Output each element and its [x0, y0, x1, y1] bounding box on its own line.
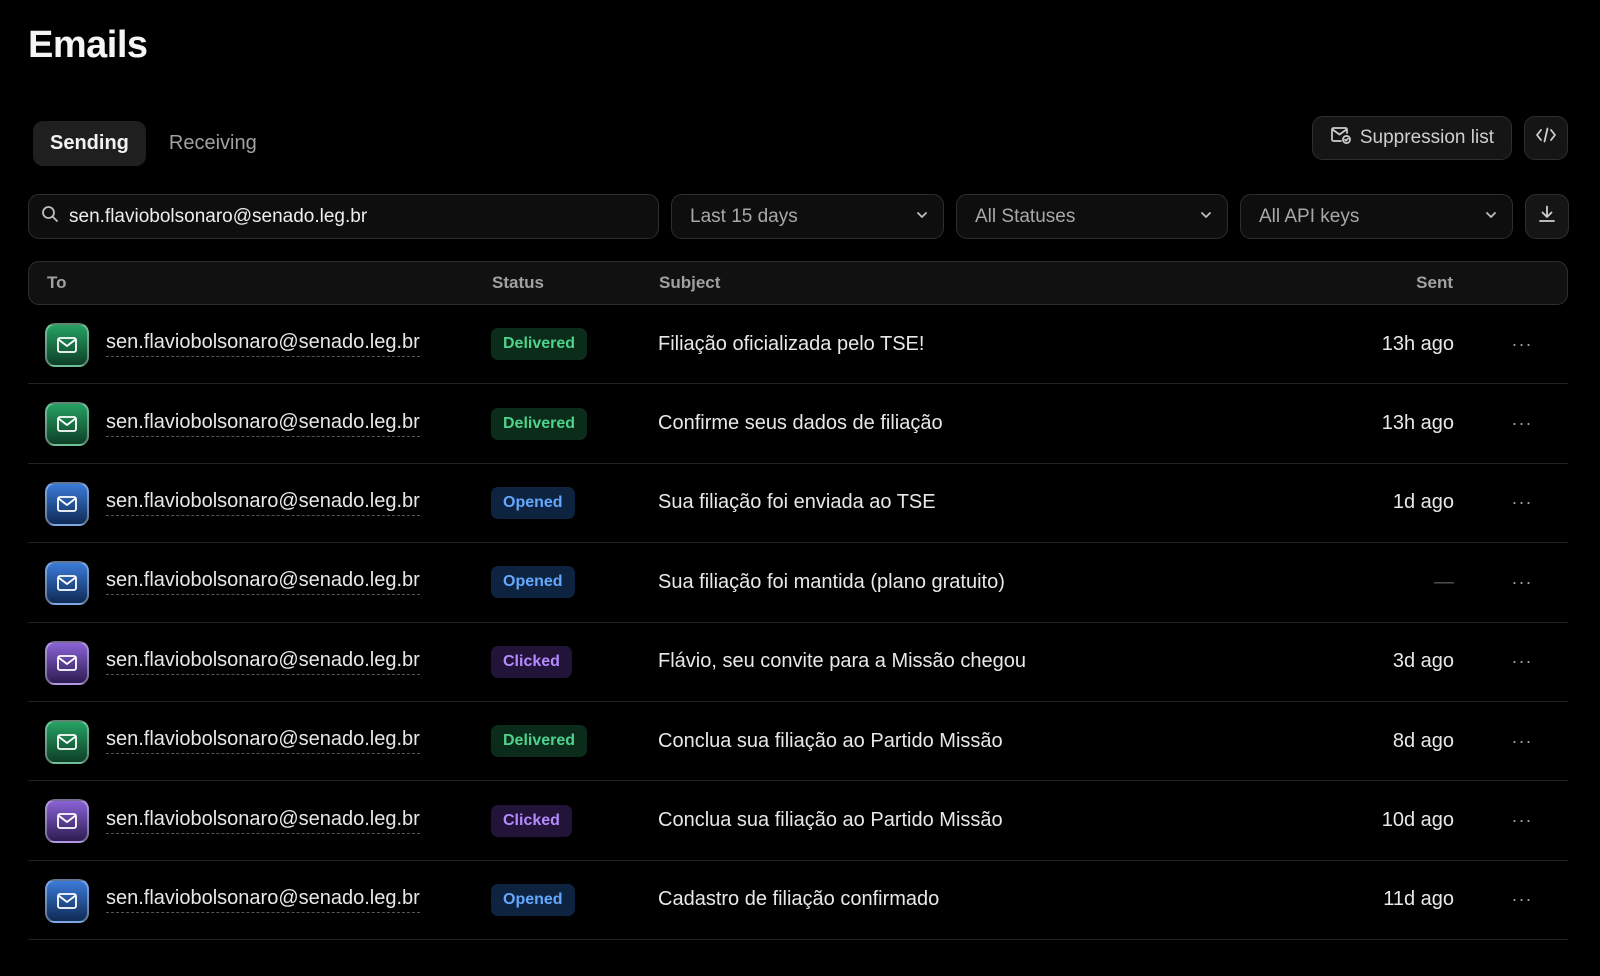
- suppression-list-button[interactable]: Suppression list: [1311, 116, 1512, 160]
- table-row[interactable]: sen.flaviobolsonaro@senado.leg.br Opened S…: [28, 543, 1568, 623]
- email-subject: Filiação oficializada pelo TSE!: [658, 332, 925, 355]
- page-title: Emails: [28, 24, 148, 66]
- status-badge: Delivered: [491, 407, 588, 440]
- mail-icon: [45, 878, 89, 923]
- recipient-email[interactable]: sen.flaviobolsonaro@senado.leg.br: [106, 569, 420, 596]
- status-badge: Opened: [491, 883, 575, 916]
- table-row[interactable]: sen.flaviobolsonaro@senado.leg.br Opened C…: [28, 861, 1568, 941]
- more-options-icon[interactable]: ···: [1508, 886, 1536, 914]
- chevron-down-icon: [915, 206, 929, 228]
- table-row[interactable]: sen.flaviobolsonaro@senado.leg.br Deliver…: [28, 305, 1568, 385]
- more-options-icon[interactable]: ···: [1508, 648, 1536, 676]
- mail-icon: [45, 323, 89, 367]
- mail-icon: [45, 640, 89, 685]
- table-row[interactable]: sen.flaviobolsonaro@senado.leg.br Opened S…: [28, 464, 1568, 544]
- email-subject: Conclua sua filiação ao Partido Missão: [658, 809, 1003, 832]
- column-header-status: Status: [492, 273, 544, 292]
- emails-page: Emails Sending Receiving Suppression lis…: [0, 0, 1600, 976]
- email-subject: Sua filiação foi enviada ao TSE: [658, 491, 936, 514]
- email-subject: Confirme seus dados de filiação: [658, 412, 943, 435]
- status-badge: Delivered: [491, 725, 588, 758]
- filter-bar: sen.flaviobolsonaro@senado.leg.br Last 1…: [28, 194, 1569, 239]
- sent-time: 10d ago: [1381, 809, 1454, 832]
- more-options-icon[interactable]: ···: [1508, 410, 1536, 438]
- api-code-button[interactable]: [1524, 116, 1568, 160]
- sent-time: 3d ago: [1392, 650, 1454, 673]
- more-options-icon[interactable]: ···: [1508, 489, 1536, 517]
- column-header-subject: Subject: [659, 273, 721, 292]
- email-subject: Sua filiação foi mantida (plano gratuito…: [658, 570, 1005, 593]
- email-subject: Flávio, seu convite para a Missão chegou: [658, 650, 1026, 673]
- search-input[interactable]: sen.flaviobolsonaro@senado.leg.br: [28, 194, 659, 239]
- sent-time: —: [1434, 570, 1454, 593]
- table-row[interactable]: sen.flaviobolsonaro@senado.leg.br Deliver…: [28, 702, 1568, 782]
- tab-receiving[interactable]: Receiving: [152, 121, 274, 166]
- api-keys-select[interactable]: All API keys: [1240, 194, 1513, 239]
- table-body: sen.flaviobolsonaro@senado.leg.br Deliver…: [28, 305, 1568, 941]
- more-options-icon[interactable]: ···: [1508, 330, 1536, 358]
- mail-icon: [45, 561, 89, 606]
- date-range-value: Last 15 days: [690, 205, 798, 227]
- email-subject: Conclua sua filiação ao Partido Missão: [658, 729, 1003, 752]
- recipient-email[interactable]: sen.flaviobolsonaro@senado.leg.br: [106, 887, 420, 913]
- mail-icon: [45, 799, 89, 844]
- recipient-email[interactable]: sen.flaviobolsonaro@senado.leg.br: [106, 490, 420, 516]
- recipient-email[interactable]: sen.flaviobolsonaro@senado.leg.br: [106, 411, 420, 437]
- sent-time: 11d ago: [1383, 888, 1454, 911]
- table-header: To Status Subject Sent: [28, 261, 1568, 305]
- sent-time: 8d ago: [1392, 729, 1454, 752]
- status-badge: Opened: [491, 566, 575, 599]
- tab-bar: Sending Receiving: [33, 121, 274, 166]
- more-options-icon[interactable]: ···: [1508, 727, 1536, 755]
- mail-icon: [45, 402, 89, 447]
- sent-time: 1d ago: [1392, 491, 1454, 514]
- tab-sending[interactable]: Sending: [33, 121, 146, 166]
- chevron-down-icon: [1199, 206, 1213, 228]
- status-badge: Delivered: [491, 328, 588, 361]
- more-options-icon[interactable]: ···: [1508, 807, 1536, 835]
- status-select-value: All Statuses: [975, 205, 1076, 227]
- column-header-sent: Sent: [1416, 273, 1453, 292]
- mail-icon: [45, 719, 89, 764]
- sent-time: 13h ago: [1381, 332, 1454, 355]
- status-badge: Clicked: [491, 645, 572, 678]
- table-row[interactable]: sen.flaviobolsonaro@senado.leg.br Clicked…: [28, 623, 1568, 702]
- code-icon: [1535, 126, 1557, 150]
- table-row[interactable]: sen.flaviobolsonaro@senado.leg.br Deliver…: [28, 384, 1568, 464]
- status-select[interactable]: All Statuses: [956, 194, 1228, 239]
- top-actions: Suppression list: [1311, 116, 1568, 160]
- api-keys-select-value: All API keys: [1259, 205, 1360, 227]
- mail-icon: [45, 481, 89, 526]
- mail-shield-icon: [1330, 125, 1352, 151]
- column-header-to: To: [47, 273, 67, 292]
- table-row[interactable]: sen.flaviobolsonaro@senado.leg.br Clicked…: [28, 781, 1568, 861]
- chevron-down-icon: [1484, 206, 1498, 228]
- emails-table: To Status Subject Sent sen.flaviobolsona…: [28, 261, 1568, 941]
- status-badge: Clicked: [491, 804, 572, 837]
- recipient-email[interactable]: sen.flaviobolsonaro@senado.leg.br: [106, 649, 420, 675]
- date-range-select[interactable]: Last 15 days: [671, 194, 944, 239]
- status-badge: Opened: [491, 486, 575, 519]
- sent-time: 13h ago: [1381, 412, 1454, 435]
- recipient-email[interactable]: sen.flaviobolsonaro@senado.leg.br: [106, 808, 420, 834]
- more-options-icon[interactable]: ···: [1508, 568, 1536, 596]
- suppression-list-label: Suppression list: [1359, 127, 1494, 148]
- email-subject: Cadastro de filiação confirmado: [658, 888, 940, 911]
- export-button[interactable]: [1525, 194, 1569, 239]
- search-input-value: sen.flaviobolsonaro@senado.leg.br: [69, 205, 368, 227]
- recipient-email[interactable]: sen.flaviobolsonaro@senado.leg.br: [106, 728, 420, 755]
- search-icon: [41, 205, 59, 228]
- recipient-email[interactable]: sen.flaviobolsonaro@senado.leg.br: [106, 331, 420, 358]
- download-icon: [1537, 204, 1557, 229]
